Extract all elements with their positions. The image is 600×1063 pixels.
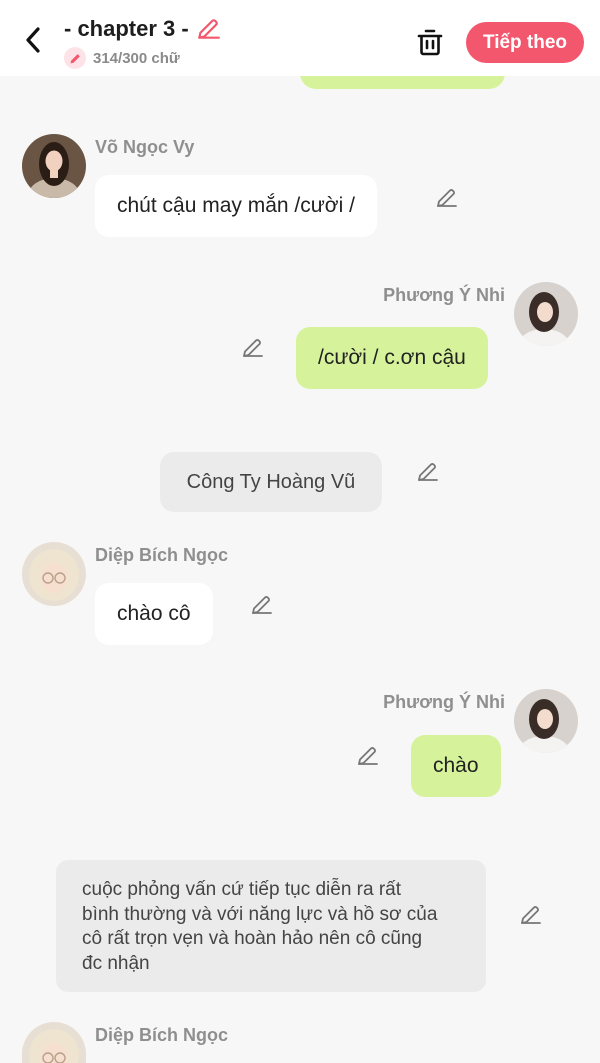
back-button[interactable] (18, 24, 48, 56)
pencil-badge-icon (64, 47, 86, 69)
avatar[interactable] (514, 689, 578, 753)
scene-text: Công Ty Hoàng Vũ (186, 470, 356, 493)
avatar[interactable] (22, 542, 86, 606)
narration-line: bình thường và với năng lực và hồ sơ của (82, 903, 438, 925)
word-count: 314/300 chữ (64, 47, 180, 69)
message-text: chào cô (117, 602, 191, 625)
avatar[interactable] (514, 282, 578, 346)
sender-name: Diệp Bích Ngọc (95, 1025, 229, 1045)
edit-message-button[interactable] (515, 900, 545, 930)
avatar[interactable] (22, 134, 86, 198)
word-count-text: 314/300 chữ (93, 49, 180, 67)
edit-message-button[interactable] (352, 741, 382, 771)
narration-bubble[interactable]: cuộc phỏng vấn cứ tiếp tục diễn ra rất b… (56, 860, 486, 992)
narration-line: cuộc phỏng vấn cứ tiếp tục diễn ra rất (82, 879, 402, 900)
edit-message-button[interactable] (246, 590, 276, 620)
delete-button[interactable] (414, 26, 446, 58)
message-text: chào (433, 754, 479, 777)
edit-message-button[interactable] (237, 333, 267, 363)
trash-icon (417, 29, 443, 56)
message-bubble[interactable]: chào cô (95, 583, 213, 645)
pencil-icon (243, 339, 263, 357)
message-bubble[interactable]: chút cậu may mắn /cười / (95, 175, 377, 237)
message-text: /cười / c.ơn cậu (318, 346, 466, 369)
edit-message-button[interactable] (431, 183, 461, 213)
message-bubble[interactable]: chào (411, 735, 501, 797)
pencil-icon (358, 747, 378, 765)
top-bar: - chapter 3 - 314/300 chữ Tiếp theo (0, 0, 600, 76)
avatar[interactable] (22, 1022, 86, 1063)
edit-message-button[interactable] (412, 457, 442, 487)
narration-line: đc nhận (82, 952, 150, 974)
pencil-icon (418, 463, 438, 481)
narration-line: cô rất trọn vẹn và hoàn hảo nên cô cũng (82, 928, 423, 949)
pencil-icon (437, 189, 457, 207)
scene-label[interactable]: Công Ty Hoàng Vũ (160, 452, 382, 512)
sender-name: Phương Ý Nhi (383, 285, 505, 305)
chapter-title[interactable]: - chapter 3 - (64, 16, 221, 42)
pencil-icon (252, 596, 272, 614)
chapter-title-text: - chapter 3 - (64, 16, 189, 41)
next-button[interactable]: Tiếp theo (466, 22, 584, 63)
sender-name: Võ Ngọc Vy (95, 137, 195, 157)
pencil-icon[interactable] (195, 16, 221, 42)
sender-name: Diệp Bích Ngọc (95, 545, 229, 565)
pencil-icon (521, 906, 541, 924)
sender-name: Phương Ý Nhi (383, 692, 505, 712)
message-text: chút cậu may mắn /cười / (117, 194, 355, 217)
chevron-left-icon (26, 27, 40, 53)
message-bubble[interactable]: /cười / c.ơn cậu (296, 327, 488, 389)
